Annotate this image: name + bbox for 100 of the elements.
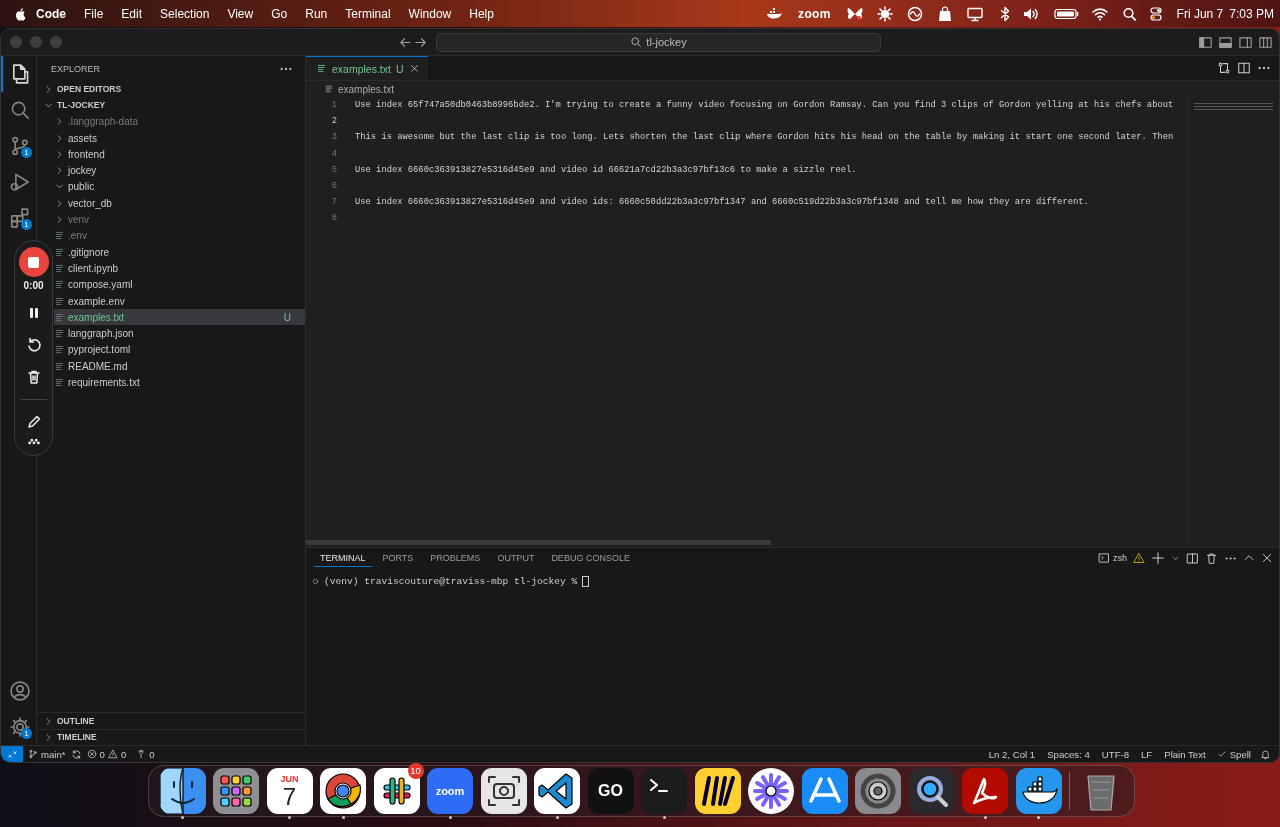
restart-icon[interactable] [25,337,42,353]
split-terminal-icon[interactable] [1186,551,1199,565]
section-header[interactable]: TL-JOCKEY [37,97,305,114]
branch-indicator[interactable]: main* [23,748,71,760]
app-store-icon[interactable] [801,768,848,814]
trash-icon[interactable] [1205,551,1218,565]
magnifier-app-icon[interactable] [908,768,955,814]
panel-tab[interactable]: TERMINAL [314,549,372,567]
panel-layout-icon[interactable] [1218,34,1233,50]
terminal-icon[interactable] [1098,552,1110,564]
section-header[interactable]: OPEN EDITORS [37,81,305,98]
scribble-app-icon[interactable] [694,768,741,814]
panel-tab[interactable]: OUTPUT [491,549,541,567]
ports-indicator[interactable]: 0 [131,748,160,760]
gear-app-icon[interactable] [855,768,901,814]
trash-icon[interactable] [25,369,42,385]
menu-item[interactable]: Edit [112,6,152,21]
spell-check-indicator[interactable]: Spell [1211,748,1256,760]
search-icon[interactable] [630,36,643,48]
blocks-icon[interactable] [8,207,31,229]
file-tree-item[interactable]: jockey [54,162,305,179]
menu-item[interactable]: Terminal [336,6,400,21]
file-tree-item[interactable]: venv [54,211,305,228]
panel-tab[interactable]: PROBLEMS [424,549,487,567]
plus-icon[interactable] [1151,551,1165,565]
play-bug-icon[interactable] [8,171,31,193]
remote-indicator[interactable] [1,746,23,762]
split-editor-icon[interactable] [1237,61,1251,75]
apple-icon[interactable] [14,6,27,21]
settings-icon[interactable] [8,716,31,738]
file-tree-item[interactable]: frontend [54,146,305,163]
file-tree-item[interactable]: client.ipynb [54,260,305,277]
file-tree-item[interactable]: vector_db [54,195,305,212]
app-menu[interactable]: Code [27,6,75,21]
status-item[interactable]: Plain Text [1158,748,1212,760]
toggle-icon[interactable] [1148,5,1163,22]
file-tree-item[interactable]: pyproject.toml [54,341,305,359]
menu-item[interactable]: File [75,6,113,21]
whale-app-icon[interactable] [1015,768,1062,814]
file-tree-item[interactable]: compose.yaml [54,276,305,293]
section-header[interactable]: OUTLINE [37,712,305,729]
file-tree-item[interactable]: requirements.txt [54,374,305,391]
search-icon[interactable] [1120,5,1137,22]
menu-item[interactable]: Window [399,6,461,21]
status-item[interactable]: Spaces: 4 [1041,748,1096,760]
sidebar-layout-icon[interactable] [1198,34,1213,50]
app-icon[interactable]: zoom [427,768,473,814]
face-app-icon[interactable] [159,768,206,814]
zoom-status-label[interactable]: zoom [789,6,840,21]
more-options-icon[interactable] [26,438,41,446]
status-item[interactable]: LF [1135,748,1159,760]
close-icon[interactable] [1261,552,1273,564]
file-tree-item[interactable]: .env [54,227,305,244]
command-center-search[interactable]: tl-jockey [436,32,881,52]
file-tree-item[interactable]: assets [54,129,305,147]
close-icon[interactable] [408,63,420,74]
camera-app-icon[interactable] [480,768,527,814]
flower-app-icon[interactable] [748,768,794,814]
panel-tab[interactable]: DEBUG CONSOLE [545,549,636,567]
menu-item[interactable]: Go [262,6,297,21]
extensions-tab[interactable]: 1 [1,200,36,236]
menu-item[interactable]: Selection [151,6,219,21]
circle-app-icon[interactable] [320,768,366,814]
status-item[interactable]: UTF-8 [1095,748,1136,760]
status-item[interactable]: Ln 2, Col 1 [982,748,1042,760]
grid-app-icon[interactable] [213,768,259,814]
stop-recording-button[interactable] [18,247,49,277]
menu-item[interactable]: View [218,6,263,21]
file-tree-item[interactable]: .gitignore [54,243,305,261]
customize-layout-icon[interactable] [1258,34,1273,50]
pencil-icon[interactable] [25,414,42,430]
file-tree-item[interactable]: README.md [54,358,305,375]
app-icon[interactable]: GO [587,768,634,814]
file-tree-item[interactable]: .langgraph-data [54,113,305,130]
menu-item[interactable]: Run [296,6,337,21]
account-icon[interactable] [8,680,31,702]
terminal-app-icon[interactable] [641,768,687,814]
secondary-sidebar-icon[interactable] [1238,34,1253,50]
swirl-icon[interactable] [905,5,924,22]
hash-app-icon[interactable] [373,768,420,814]
problems-indicator[interactable]: 0 0 [81,748,132,760]
calendar-app-icon[interactable]: JUN 7 [266,768,313,814]
bell-icon[interactable] [1260,748,1271,760]
display-icon[interactable] [965,5,984,22]
source-control-tab[interactable]: 1 [1,128,36,164]
sun-icon[interactable] [875,5,894,22]
panel-tab[interactable]: PORTS [376,549,420,567]
breadcrumb[interactable]: examples.txt [338,83,395,95]
file-tree-item[interactable]: examples.txt U [54,309,305,326]
file-tree-item[interactable]: public [54,178,305,196]
editor-tab[interactable]: examples.txt U [306,56,428,80]
file-tree-item[interactable]: langgraph.json [54,325,305,342]
document-app-icon[interactable] [962,768,1008,814]
butterfly-icon[interactable] [845,5,864,22]
wifi-icon[interactable] [1090,5,1109,22]
terminal-shell-tab[interactable]: zsh [1098,552,1127,564]
ribbon-app-icon[interactable] [534,768,580,814]
compare-changes-icon[interactable] [1217,61,1231,75]
menu-item[interactable]: Help [460,6,503,21]
file-tree-item[interactable]: example.env [54,292,305,310]
